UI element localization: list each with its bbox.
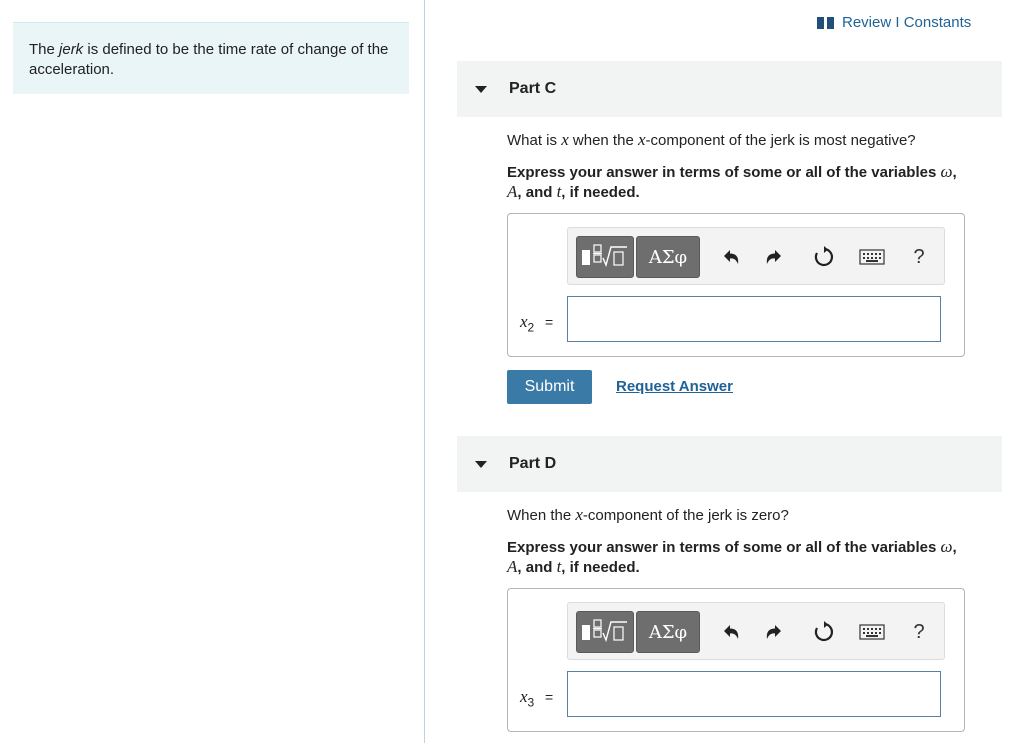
templates-icon [582, 619, 627, 643]
part-d-header[interactable]: Part D [457, 436, 1002, 492]
var-omega: ω [940, 537, 953, 556]
var-omega: ω [940, 162, 953, 181]
question-text: when the [568, 132, 638, 149]
instruction-text: Express your answer in terms of some or … [507, 164, 941, 181]
help-icon[interactable]: ? [906, 244, 932, 270]
answer-sub: 2 [527, 320, 535, 335]
undo-icon[interactable] [718, 244, 744, 270]
var-x: x [575, 505, 583, 524]
redo-icon[interactable] [761, 619, 787, 645]
question-text: -component of the jerk is most negative? [645, 132, 916, 149]
link-separator: I [895, 14, 900, 31]
caret-down-icon[interactable] [475, 85, 487, 93]
instruction-comma: , [952, 539, 957, 556]
part-c-title: Part C [509, 80, 557, 97]
part-d-answer-input[interactable] [567, 671, 941, 717]
part-d-answer-box: ΑΣφ ? x3 = [507, 588, 965, 732]
intro-jerk-word: jerk [59, 41, 84, 58]
answer-label-x2: x2 = [520, 312, 553, 334]
reset-icon[interactable] [811, 619, 837, 645]
equals-sign: = [544, 314, 554, 330]
constants-label[interactable]: Constants [904, 14, 972, 31]
instruction-comma: , [952, 164, 957, 181]
answer-sub: 3 [527, 695, 535, 710]
part-d-instruction: Express your answer in terms of some or … [507, 537, 997, 577]
left-panel: The jerk is defined to be the time rate … [0, 0, 425, 743]
var-a: A [507, 182, 518, 201]
instruction-and: , and [517, 184, 557, 201]
instruction-text: Express your answer in terms of some or … [507, 539, 941, 556]
request-answer-link[interactable]: Request Answer [616, 378, 733, 395]
book-icon [817, 16, 834, 29]
var-x: x [637, 130, 646, 149]
undo-icon[interactable] [718, 619, 744, 645]
keyboard-icon[interactable] [858, 619, 886, 645]
answer-label-x3: x3 = [520, 687, 553, 709]
part-c-answer-input[interactable] [567, 296, 941, 342]
caret-down-icon[interactable] [475, 460, 487, 468]
intro-text-after: is defined to be the time rate of change… [29, 41, 389, 78]
keyboard-icon[interactable] [858, 244, 886, 270]
part-c-header[interactable]: Part C [457, 61, 1002, 117]
greek-letters-button[interactable]: ΑΣφ [636, 236, 700, 278]
reset-icon[interactable] [811, 244, 837, 270]
help-icon[interactable]: ? [906, 619, 932, 645]
part-c-answer-box: ΑΣφ ? x2 = [507, 213, 965, 357]
review-constants-link[interactable]: Review I Constants [817, 14, 971, 31]
part-d-title: Part D [509, 455, 557, 472]
question-text: What is [507, 132, 562, 149]
instruction-tail: , if needed. [561, 184, 640, 201]
greek-letters-button[interactable]: ΑΣφ [636, 611, 700, 653]
math-toolbar: ΑΣφ ? [567, 602, 945, 660]
instruction-tail: , if needed. [561, 559, 640, 576]
part-d-question: When the x-component of the jerk is zero… [507, 505, 789, 525]
review-label[interactable]: Review [842, 14, 891, 31]
part-c-instruction: Express your answer in terms of some or … [507, 162, 997, 202]
answer-var: x [520, 312, 528, 331]
submit-button[interactable]: Submit [507, 370, 592, 404]
templates-button[interactable] [576, 236, 634, 278]
equals-sign: = [544, 689, 554, 705]
question-text: When the [507, 507, 576, 524]
templates-icon [582, 244, 627, 268]
templates-button[interactable] [576, 611, 634, 653]
var-x: x [561, 130, 569, 149]
question-text: -component of the jerk is zero? [582, 507, 789, 524]
redo-icon[interactable] [761, 244, 787, 270]
intro-box: The jerk is defined to be the time rate … [13, 22, 409, 94]
intro-text-before: The [29, 41, 60, 58]
instruction-and: , and [517, 559, 557, 576]
answer-var: x [520, 687, 528, 706]
var-a: A [507, 557, 518, 576]
part-c-question: What is x when the x-component of the je… [507, 130, 916, 150]
math-toolbar: ΑΣφ ? [567, 227, 945, 285]
